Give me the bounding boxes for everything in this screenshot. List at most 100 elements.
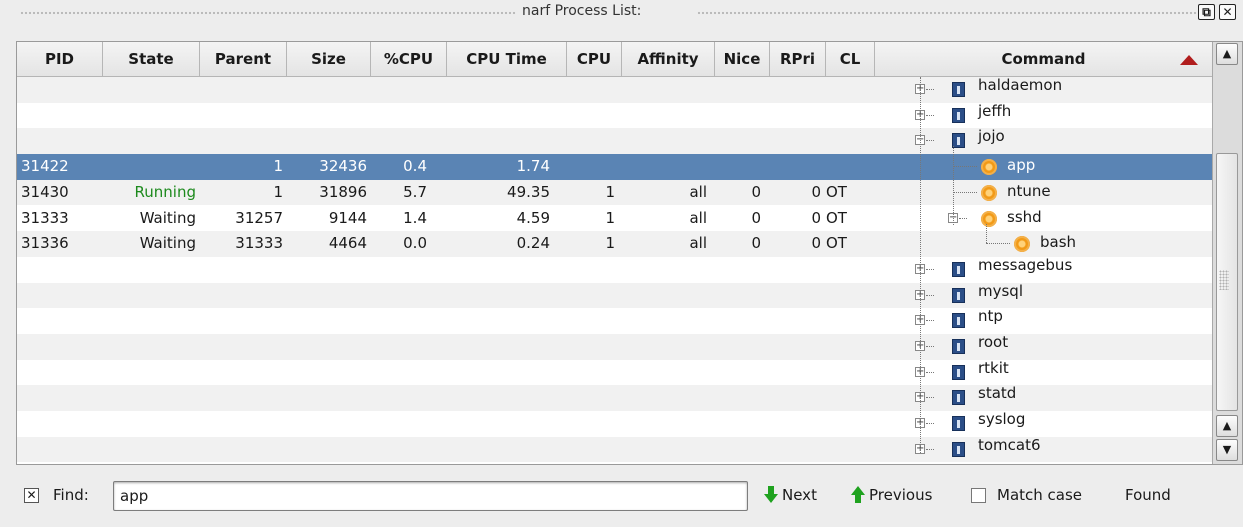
cell-pid: [21, 308, 99, 334]
cell-rpri: [770, 77, 821, 103]
column-header-cpu[interactable]: CPU: [567, 42, 622, 76]
command-name: bash: [1040, 233, 1077, 252]
cell-nice: [715, 257, 761, 283]
table-row[interactable]: 31422 1 32436 0.4 1.74 app: [17, 154, 1212, 180]
cell-affinity: [622, 257, 707, 283]
scroll-up-icon[interactable]: ▲: [1216, 43, 1238, 65]
cell-nice: [715, 437, 761, 463]
find-input[interactable]: app: [113, 481, 748, 511]
tree-connector: [926, 320, 934, 322]
cell-cpu-pct: 0.0: [403, 234, 427, 253]
table-row[interactable]: − jojo: [17, 127, 1212, 155]
table-row[interactable]: 31336 Waiting 31333 4464 0.0 0.24 1 all 0 0 OT bash: [17, 231, 1212, 257]
cell-rpri: 0: [811, 208, 821, 227]
cell-cpu-time: [447, 283, 550, 309]
find-bar: ✕ Find: app Next Previous Match case Fou…: [0, 475, 1243, 519]
scroll-down-icon[interactable]: ▼: [1216, 439, 1238, 461]
cell-nice: [715, 283, 761, 309]
table-row[interactable]: + haldaemon: [17, 76, 1212, 103]
table-row[interactable]: 31430 Running 1 31896 5.7 49.35 1 all 0 0 OT ntune: [17, 179, 1212, 206]
cell-size: [287, 437, 367, 463]
cell-cl: OT: [826, 234, 847, 253]
command-name: tomcat6: [978, 435, 1041, 454]
table-row[interactable]: + mysql: [17, 282, 1212, 309]
cell-parent: [200, 308, 283, 334]
user-icon: [952, 82, 965, 97]
cell-cl: [826, 334, 872, 360]
process-icon: [981, 159, 997, 176]
column-header-nice[interactable]: Nice: [715, 42, 770, 76]
cell-cpu-time: [447, 437, 550, 463]
cell-cpu-pct: [371, 334, 427, 360]
vertical-scrollbar[interactable]: ▲ ▲ ▼: [1212, 42, 1242, 464]
cell-pid: [21, 128, 99, 154]
command-name: statd: [978, 384, 1017, 403]
close-find-icon[interactable]: ✕: [24, 488, 39, 503]
column-header-size[interactable]: Size: [287, 42, 371, 76]
next-button[interactable]: Next: [764, 486, 817, 504]
command-name: rtkit: [978, 358, 1009, 377]
user-icon: [952, 313, 965, 329]
cell-state: Waiting: [139, 208, 196, 227]
cell-cpu: [567, 360, 615, 386]
table-row[interactable]: + messagebus: [17, 256, 1212, 283]
column-header-command[interactable]: Command: [875, 42, 1212, 76]
process-icon: [1014, 236, 1030, 253]
cell-nice: [715, 308, 761, 334]
command-name: root: [978, 333, 1009, 351]
process-table[interactable]: PID State Parent Size %CPU CPU Time CPU …: [16, 41, 1243, 465]
column-header-affinity[interactable]: Affinity: [622, 42, 715, 76]
cell-nice: [715, 411, 761, 437]
column-header-rpri[interactable]: RPri: [770, 42, 826, 76]
cell-cl: [826, 411, 872, 437]
cell-pid: [21, 77, 99, 103]
cell-parent: [200, 103, 283, 129]
cell-cpu: [567, 154, 615, 180]
cell-rpri: [770, 411, 821, 437]
table-row[interactable]: + jeffh: [17, 102, 1212, 129]
table-row[interactable]: + statd: [17, 384, 1212, 412]
cell-size: 31896: [319, 182, 367, 201]
table-header: PID State Parent Size %CPU CPU Time CPU …: [17, 42, 1212, 77]
cell-state: [103, 103, 196, 129]
cell-size: [287, 77, 367, 103]
user-icon: [952, 390, 965, 406]
column-header-state[interactable]: State: [103, 42, 200, 76]
close-icon[interactable]: ✕: [1219, 4, 1236, 20]
table-row[interactable]: + tomcat6: [17, 435, 1212, 463]
tree-connector: [926, 114, 934, 116]
column-header-parent[interactable]: Parent: [200, 42, 287, 76]
process-icon: [981, 184, 997, 201]
cell-rpri: [770, 154, 821, 180]
column-header-pid[interactable]: PID: [17, 42, 103, 76]
cell-affinity: [622, 308, 707, 334]
match-case-label: Match case: [997, 486, 1083, 504]
process-icon: [981, 210, 997, 227]
table-row[interactable]: + root: [17, 333, 1212, 360]
match-case-checkbox[interactable]: [971, 488, 986, 503]
cell-state: [103, 308, 196, 334]
cell-state: [103, 360, 196, 386]
cell-size: 9144: [328, 208, 367, 227]
column-header-cpu-pct[interactable]: %CPU: [371, 42, 447, 76]
table-row[interactable]: + ntp: [17, 307, 1212, 334]
column-header-cpu-time[interactable]: CPU Time: [447, 42, 567, 76]
table-row[interactable]: + rtkit: [17, 358, 1212, 386]
cell-state: [103, 411, 196, 437]
column-header-cl[interactable]: CL: [826, 42, 875, 76]
cell-cl: [826, 360, 872, 386]
cell-cpu: [567, 128, 615, 154]
cell-cpu-pct: 5.7: [403, 182, 427, 201]
cell-cpu-time: [447, 77, 550, 103]
cell-affinity: [622, 77, 707, 103]
command-name: syslog: [978, 410, 1026, 429]
float-icon[interactable]: ⧉: [1198, 4, 1215, 20]
table-row[interactable]: 31333 Waiting 31257 9144 1.4 4.59 1 all 0 0 OT − ssh…: [17, 205, 1212, 232]
cell-pid: [21, 437, 99, 463]
find-status: Found: [1125, 486, 1171, 504]
scroll-up-icon[interactable]: ▲: [1216, 415, 1238, 437]
previous-button[interactable]: Previous: [851, 486, 932, 504]
cell-rpri: [770, 128, 821, 154]
cell-cpu-time: [447, 411, 550, 437]
table-row[interactable]: + syslog: [17, 410, 1212, 437]
